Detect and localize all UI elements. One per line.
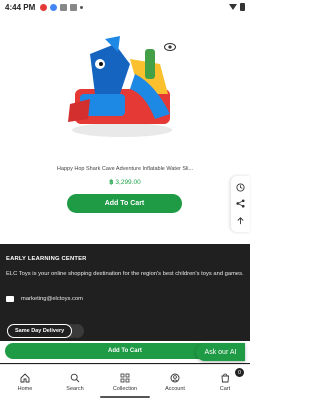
- nav-search-label: Search: [66, 386, 84, 392]
- product-price: ฿ 3,299.00: [0, 178, 250, 186]
- gesture-bar: [100, 396, 150, 398]
- notification-icons: [40, 3, 84, 11]
- wifi-icon: [229, 4, 237, 10]
- dot-icon: [80, 5, 84, 9]
- chrome-icon: [50, 3, 58, 11]
- nav-search[interactable]: Search: [50, 365, 100, 400]
- grid-icon: [120, 373, 130, 383]
- nav-collection[interactable]: Collection: [100, 365, 150, 400]
- delivery-badges: Same Day Delivery: [7, 322, 85, 340]
- nav-account-label: Account: [165, 386, 185, 392]
- search-icon: [70, 373, 80, 383]
- history-icon[interactable]: [236, 183, 245, 192]
- bottom-navigation: Home Search Collection Account Cart 0: [0, 364, 250, 400]
- footer-email[interactable]: marketing@elctoys.com: [21, 296, 83, 302]
- account-icon: [170, 373, 180, 383]
- nav-cart[interactable]: Cart 0: [200, 365, 250, 400]
- status-bar: 4:44 PM: [0, 0, 250, 14]
- phone-icon: [60, 3, 68, 11]
- mail-icon: [6, 296, 14, 302]
- phone-icon-2: [70, 3, 78, 11]
- product-card[interactable]: Happy Hop Shark Cave Adventure Inflatabl…: [0, 14, 250, 244]
- scroll-top-icon[interactable]: [236, 216, 245, 225]
- nav-home-label: Home: [17, 386, 33, 392]
- nav-home[interactable]: Home: [0, 365, 50, 400]
- footer-description: ELC Toys is your online shopping destina…: [6, 271, 244, 277]
- cart-count-badge: 0: [235, 368, 244, 377]
- footer-email-row[interactable]: marketing@elctoys.com: [6, 296, 83, 302]
- nav-cart-label: Cart: [219, 386, 231, 392]
- nav-account[interactable]: Account: [150, 365, 200, 400]
- system-icons: [229, 3, 245, 11]
- add-to-cart-button[interactable]: Add To Cart: [67, 194, 182, 213]
- side-toolbar: [231, 176, 250, 232]
- badge-circle: [70, 324, 85, 338]
- battery-icon: [240, 3, 245, 11]
- ask-ai-button[interactable]: Ask our AI: [196, 343, 245, 361]
- gmail-icon: [40, 3, 48, 11]
- home-icon: [20, 373, 30, 383]
- product-title[interactable]: Happy Hop Shark Cave Adventure Inflatabl…: [0, 166, 250, 172]
- cart-icon: [221, 373, 229, 383]
- footer-heading: EARLY LEARNING CENTER: [6, 256, 87, 262]
- nav-collection-label: Collection: [112, 386, 138, 392]
- same-day-delivery-badge: Same Day Delivery: [7, 324, 73, 338]
- price-value: 3,299.00: [115, 179, 141, 186]
- status-time: 4:44 PM: [5, 2, 36, 12]
- share-icon[interactable]: [236, 199, 245, 209]
- currency-symbol: ฿: [109, 179, 114, 186]
- quick-view-icon[interactable]: [164, 42, 176, 52]
